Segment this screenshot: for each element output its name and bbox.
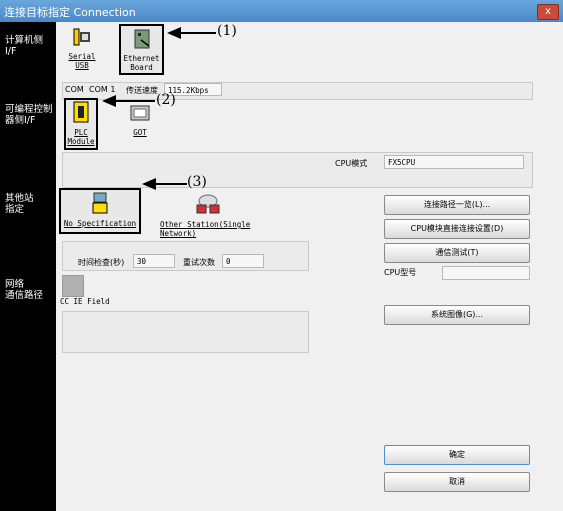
communication-test-button[interactable]: 通信测试(T) (384, 243, 530, 263)
ok-button[interactable]: 确定 (384, 445, 530, 465)
serial-usb-option[interactable]: Serial USB (62, 26, 102, 70)
got-option[interactable]: GOT (125, 104, 155, 137)
cpu-direct-connection-button[interactable]: CPU模块直接连接设置(D) (384, 219, 530, 239)
sidebar-label-pc-if: 计算机侧 I/F (5, 35, 44, 57)
callout-arrow-2-head (102, 95, 116, 107)
speed-label: 传送速度 (126, 86, 158, 95)
callout-3: (3) (187, 174, 207, 190)
got-icon (130, 105, 150, 121)
network-settings-panel (62, 311, 309, 353)
ethernet-board-label: Ethernet Board (123, 54, 160, 72)
callout-arrow-3-head (142, 178, 156, 190)
callout-2: (2) (156, 92, 176, 108)
no-specification-option[interactable]: No Specification (59, 188, 141, 234)
cc-ie-field-option[interactable]: CC IE Field (60, 275, 110, 306)
cancel-button[interactable]: 取消 (384, 472, 530, 492)
com-value: COM 1 (89, 85, 116, 94)
cpu-type-label: CPU型号 (384, 268, 417, 277)
cc-ie-field-icon (62, 275, 84, 297)
plc-module-label: PLC Module (67, 128, 95, 146)
cpu-mode-field[interactable]: FX5CPU (384, 155, 524, 169)
serial-usb-icon (73, 28, 90, 46)
main-content: Serial USB Ethernet Board COM COM 1 传送速度… (56, 22, 563, 511)
connection-dialog: 连接目标指定 Connection x 计算机侧 I/F 可编程控制 器侧I/F… (0, 0, 563, 511)
ethernet-board-icon (134, 29, 149, 49)
sidebar-label-network-route: 网络 通信路径 (5, 279, 44, 301)
sidebar-label-other-station: 其他站 指定 (5, 193, 34, 215)
callout-arrow-1-head (167, 27, 181, 39)
retry-label: 重试次数 (183, 258, 215, 267)
got-label: GOT (133, 128, 147, 137)
other-station-icon (196, 194, 220, 214)
cpu-type-field[interactable] (442, 266, 530, 280)
other-station-single-label: Other Station(Single Network) (160, 220, 251, 238)
sidebar: 计算机侧 I/F 可编程控制 器侧I/F 其他站 指定 网络 通信路径 (0, 22, 56, 511)
cc-ie-field-label: CC IE Field (60, 297, 110, 306)
cpu-mode-label: CPU模式 (335, 159, 368, 168)
connection-list-button[interactable]: 连接路径一览(L)... (384, 195, 530, 215)
com-label: COM (65, 85, 84, 94)
sidebar-label-plc-if: 可编程控制 器侧I/F (5, 104, 53, 126)
timeout-label: 时间检查(秒) (78, 258, 125, 267)
plc-module-icon (73, 101, 89, 123)
timeout-field[interactable]: 30 (133, 254, 175, 268)
title-bar: 连接目标指定 Connection x (0, 0, 563, 22)
ethernet-board-option[interactable]: Ethernet Board (119, 24, 164, 75)
no-specification-label: No Specification (63, 219, 137, 228)
system-image-button[interactable]: 系统图像(G)... (384, 305, 530, 325)
callout-arrow-1-line (180, 32, 216, 34)
retry-field[interactable]: 0 (222, 254, 264, 268)
close-button[interactable]: x (537, 4, 559, 20)
callout-1: (1) (217, 23, 237, 39)
window-title: 连接目标指定 Connection (4, 6, 136, 19)
callout-arrow-3-line (155, 183, 187, 185)
serial-usb-label: Serial USB (68, 52, 96, 70)
plc-module-option[interactable]: PLC Module (64, 98, 98, 150)
no-specification-icon (92, 192, 108, 214)
other-station-single-option[interactable]: Other Station(Single Network) (160, 192, 256, 238)
callout-arrow-2-line (115, 100, 155, 102)
